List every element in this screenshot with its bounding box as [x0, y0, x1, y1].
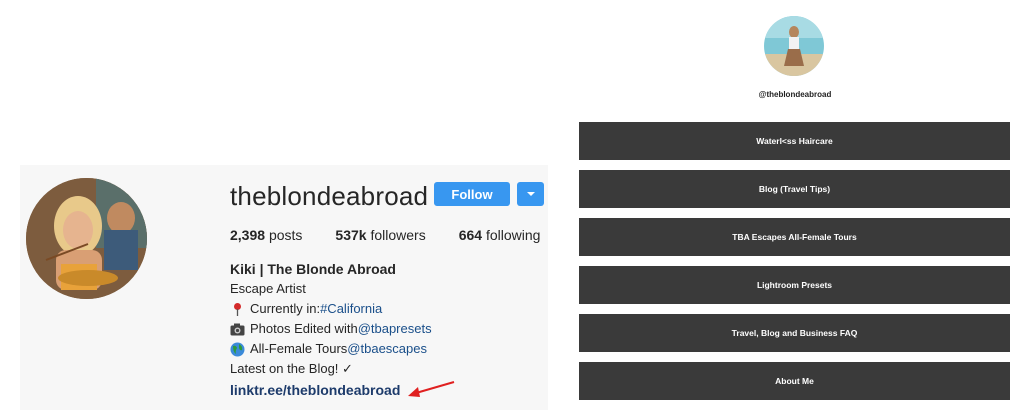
bio-latest-blog: Latest on the Blog! ✓ [230, 361, 353, 376]
location-hashtag-link[interactable]: #California [320, 299, 382, 319]
follow-button[interactable]: Follow [434, 182, 510, 206]
instagram-profile-card: theblondeabroad Follow 2,398 posts 537k … [20, 165, 548, 410]
linktree-profile-photo [764, 16, 824, 76]
linktree-button-presets[interactable]: Lightroom Presets [579, 266, 1010, 304]
bio-tours-prefix: All-Female Tours [250, 341, 348, 356]
profile-header: theblondeabroad [230, 180, 452, 211]
profile-username: theblondeabroad [230, 180, 429, 211]
bio-tours-line: All-Female Tours @tbaescapes [230, 339, 456, 359]
camera-icon [230, 322, 245, 336]
linktree-avatar [764, 16, 824, 76]
linktree-button-about[interactable]: About Me [579, 362, 1010, 400]
red-arrow-annotation [408, 381, 455, 397]
bio-photos-prefix: Photos Edited with [250, 321, 358, 336]
linktree-bio-link[interactable]: linktr.ee/theblondeabroad [230, 380, 400, 400]
following-label: following [485, 227, 541, 243]
bio-tagline: Escape Artist [230, 281, 306, 296]
profile-avatar[interactable] [26, 178, 147, 299]
bio-link-line: linktr.ee/theblondeabroad [230, 379, 456, 401]
profile-photo [26, 178, 147, 299]
following-stat[interactable]: 664 following [459, 227, 541, 243]
bio-photos-line: Photos Edited with @tbapresets [230, 319, 456, 339]
escapes-mention-link[interactable]: @tbaescapes [347, 339, 427, 359]
follow-dropdown-button[interactable] [517, 182, 544, 206]
followers-label: followers [370, 227, 426, 243]
globe-icon [230, 342, 245, 357]
profile-stats: 2,398 posts 537k followers 664 following [230, 227, 573, 243]
profile-bio: Kiki | The Blonde Abroad Escape Artist C… [230, 259, 456, 401]
bio-location-prefix: Currently in: [250, 301, 321, 316]
posts-stat[interactable]: 2,398 posts [230, 227, 302, 243]
following-count: 664 [458, 227, 483, 243]
linktree-button-faq[interactable]: Travel, Blog and Business FAQ [579, 314, 1010, 352]
posts-count: 2,398 [230, 227, 266, 243]
chevron-down-icon [526, 192, 535, 196]
linktree-handle: @theblondeabroad [758, 90, 832, 99]
bio-location-line: Currently in: #California [230, 299, 456, 319]
posts-label: posts [268, 227, 303, 243]
bio-full-name: Kiki | The Blonde Abroad [230, 261, 396, 277]
presets-mention-link[interactable]: @tbapresets [358, 319, 432, 339]
linktree-button-tours[interactable]: TBA Escapes All-Female Tours [579, 218, 1010, 256]
round-pushpin-icon [230, 302, 245, 316]
followers-stat[interactable]: 537k followers [335, 227, 425, 243]
followers-count: 537k [335, 227, 367, 243]
linktree-button-haircare[interactable]: Waterl<ss Haircare [579, 122, 1010, 160]
linktree-button-blog[interactable]: Blog (Travel Tips) [579, 170, 1010, 208]
